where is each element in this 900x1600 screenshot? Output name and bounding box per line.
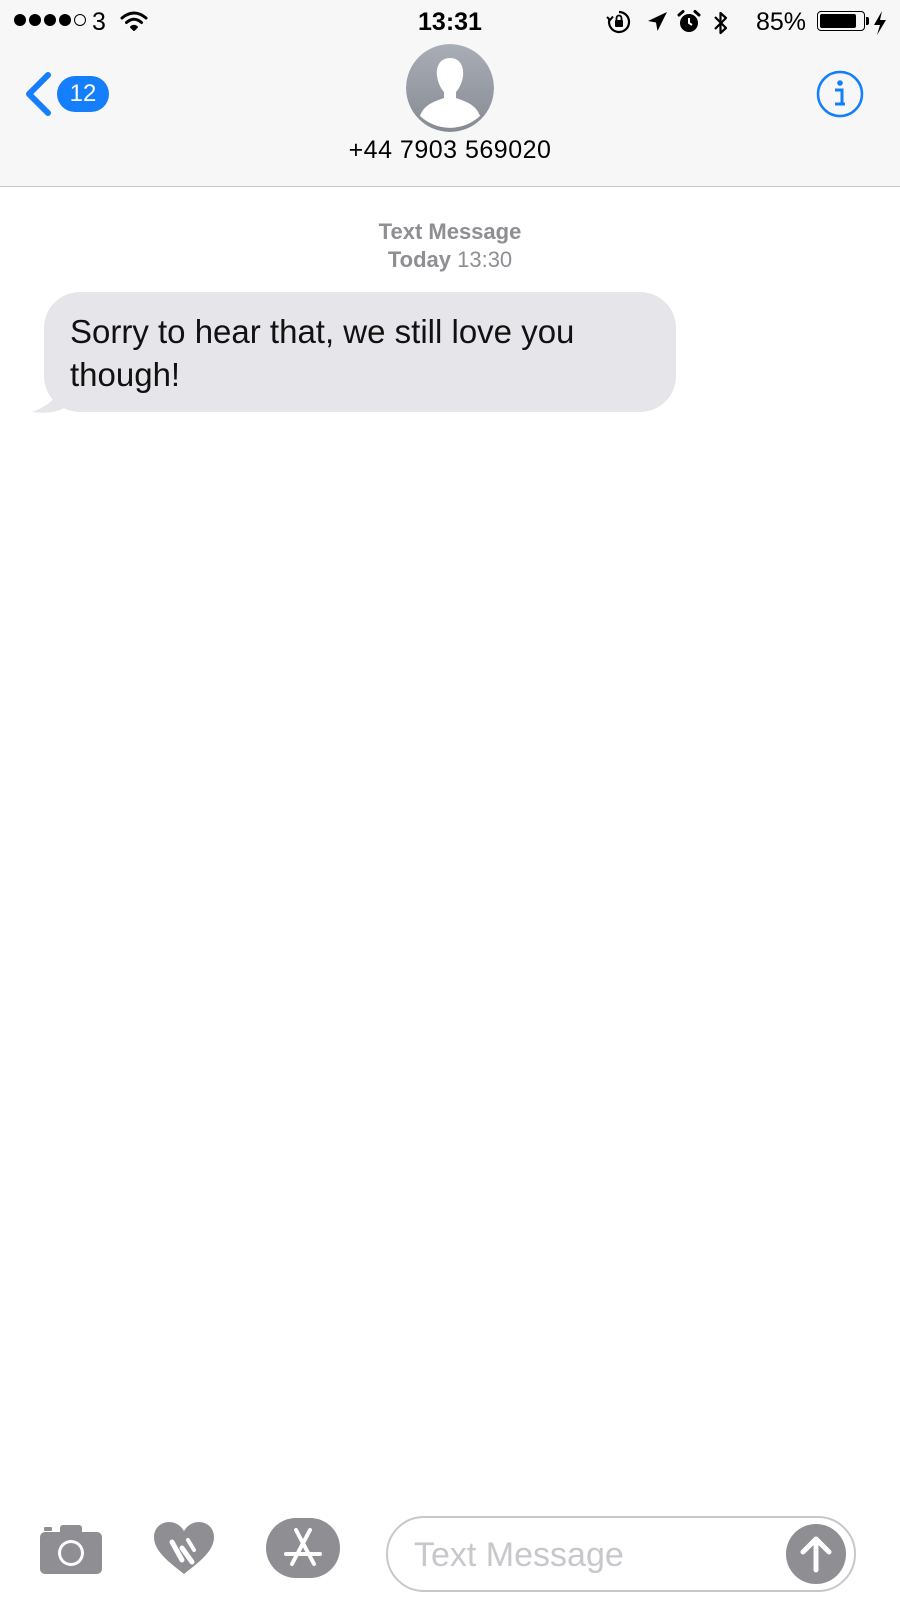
- send-arrow-icon: [800, 1536, 832, 1573]
- composer-bar: Text Message: [0, 1500, 900, 1600]
- charging-bolt-icon: [872, 10, 888, 41]
- details-button[interactable]: [816, 70, 864, 118]
- message-incoming[interactable]: Sorry to hear that, we still love you th…: [30, 292, 680, 416]
- app-store-icon: [266, 1518, 340, 1578]
- bluetooth-icon: [711, 9, 731, 42]
- message-service-label: Text Message: [378, 219, 522, 244]
- conversation-timestamp: Text Message Today 13:30: [0, 218, 900, 274]
- alarm-icon: [676, 9, 702, 40]
- unread-count-badge: 12: [57, 76, 109, 112]
- person-icon: [406, 44, 494, 132]
- digital-touch-button[interactable]: [152, 1520, 216, 1581]
- timestamp-time: 13:30: [457, 247, 513, 272]
- back-button[interactable]: 12: [24, 72, 114, 116]
- digital-touch-heart-icon: [154, 1522, 214, 1574]
- battery-icon: [817, 11, 865, 31]
- location-arrow-icon: [645, 9, 669, 40]
- back-chevron-icon: [26, 72, 51, 116]
- contact-number[interactable]: +44 7903 569020: [0, 136, 900, 165]
- send-button[interactable]: [786, 1524, 846, 1584]
- status-bar: 3 13:31 85%: [0, 0, 900, 44]
- message-bubble: Sorry to hear that, we still love you th…: [44, 292, 676, 412]
- info-icon: [816, 70, 864, 118]
- timestamp-day: Today: [387, 247, 451, 272]
- battery-tip: [866, 17, 869, 25]
- message-input-placeholder: Text Message: [414, 1536, 624, 1574]
- contact-avatar[interactable]: [406, 44, 494, 132]
- app-store-button[interactable]: [266, 1518, 340, 1583]
- camera-icon: [40, 1525, 102, 1574]
- message-input[interactable]: Text Message: [386, 1516, 856, 1592]
- orientation-lock-icon: [606, 9, 632, 40]
- battery-percent: 85%: [756, 8, 807, 36]
- navigation-header: 3 13:31 85% 12 +44 7903 569020: [0, 0, 900, 187]
- battery-level: [820, 14, 856, 28]
- camera-button[interactable]: [40, 1524, 102, 1579]
